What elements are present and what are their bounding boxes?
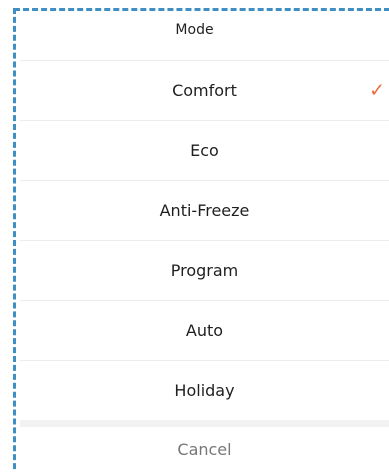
checkmark-icon: ✓ [369, 79, 385, 102]
option-label: Comfort [172, 81, 237, 100]
section-divider [20, 420, 389, 427]
mode-option-program[interactable]: Program [20, 240, 389, 300]
sheet-title: Mode [175, 22, 214, 38]
option-label: Program [170, 261, 239, 280]
mode-action-sheet: Mode Comfort ✓ Eco Anti-Freeze Program A… [0, 0, 389, 472]
mode-option-comfort[interactable]: Comfort ✓ [20, 60, 389, 120]
mode-option-eco[interactable]: Eco [20, 120, 389, 180]
option-label: Eco [190, 141, 219, 160]
option-label: Holiday [174, 381, 235, 400]
mode-option-anti-freeze[interactable]: Anti-Freeze [20, 180, 389, 240]
mode-option-holiday[interactable]: Holiday [20, 360, 389, 420]
mode-option-auto[interactable]: Auto [20, 300, 389, 360]
cancel-button[interactable]: Cancel [20, 427, 389, 472]
dashed-frame-left [13, 8, 16, 472]
option-label: Auto [185, 321, 224, 340]
option-label: Anti-Freeze [159, 201, 250, 220]
mode-options-list: Comfort ✓ Eco Anti-Freeze Program Auto H… [20, 60, 389, 420]
